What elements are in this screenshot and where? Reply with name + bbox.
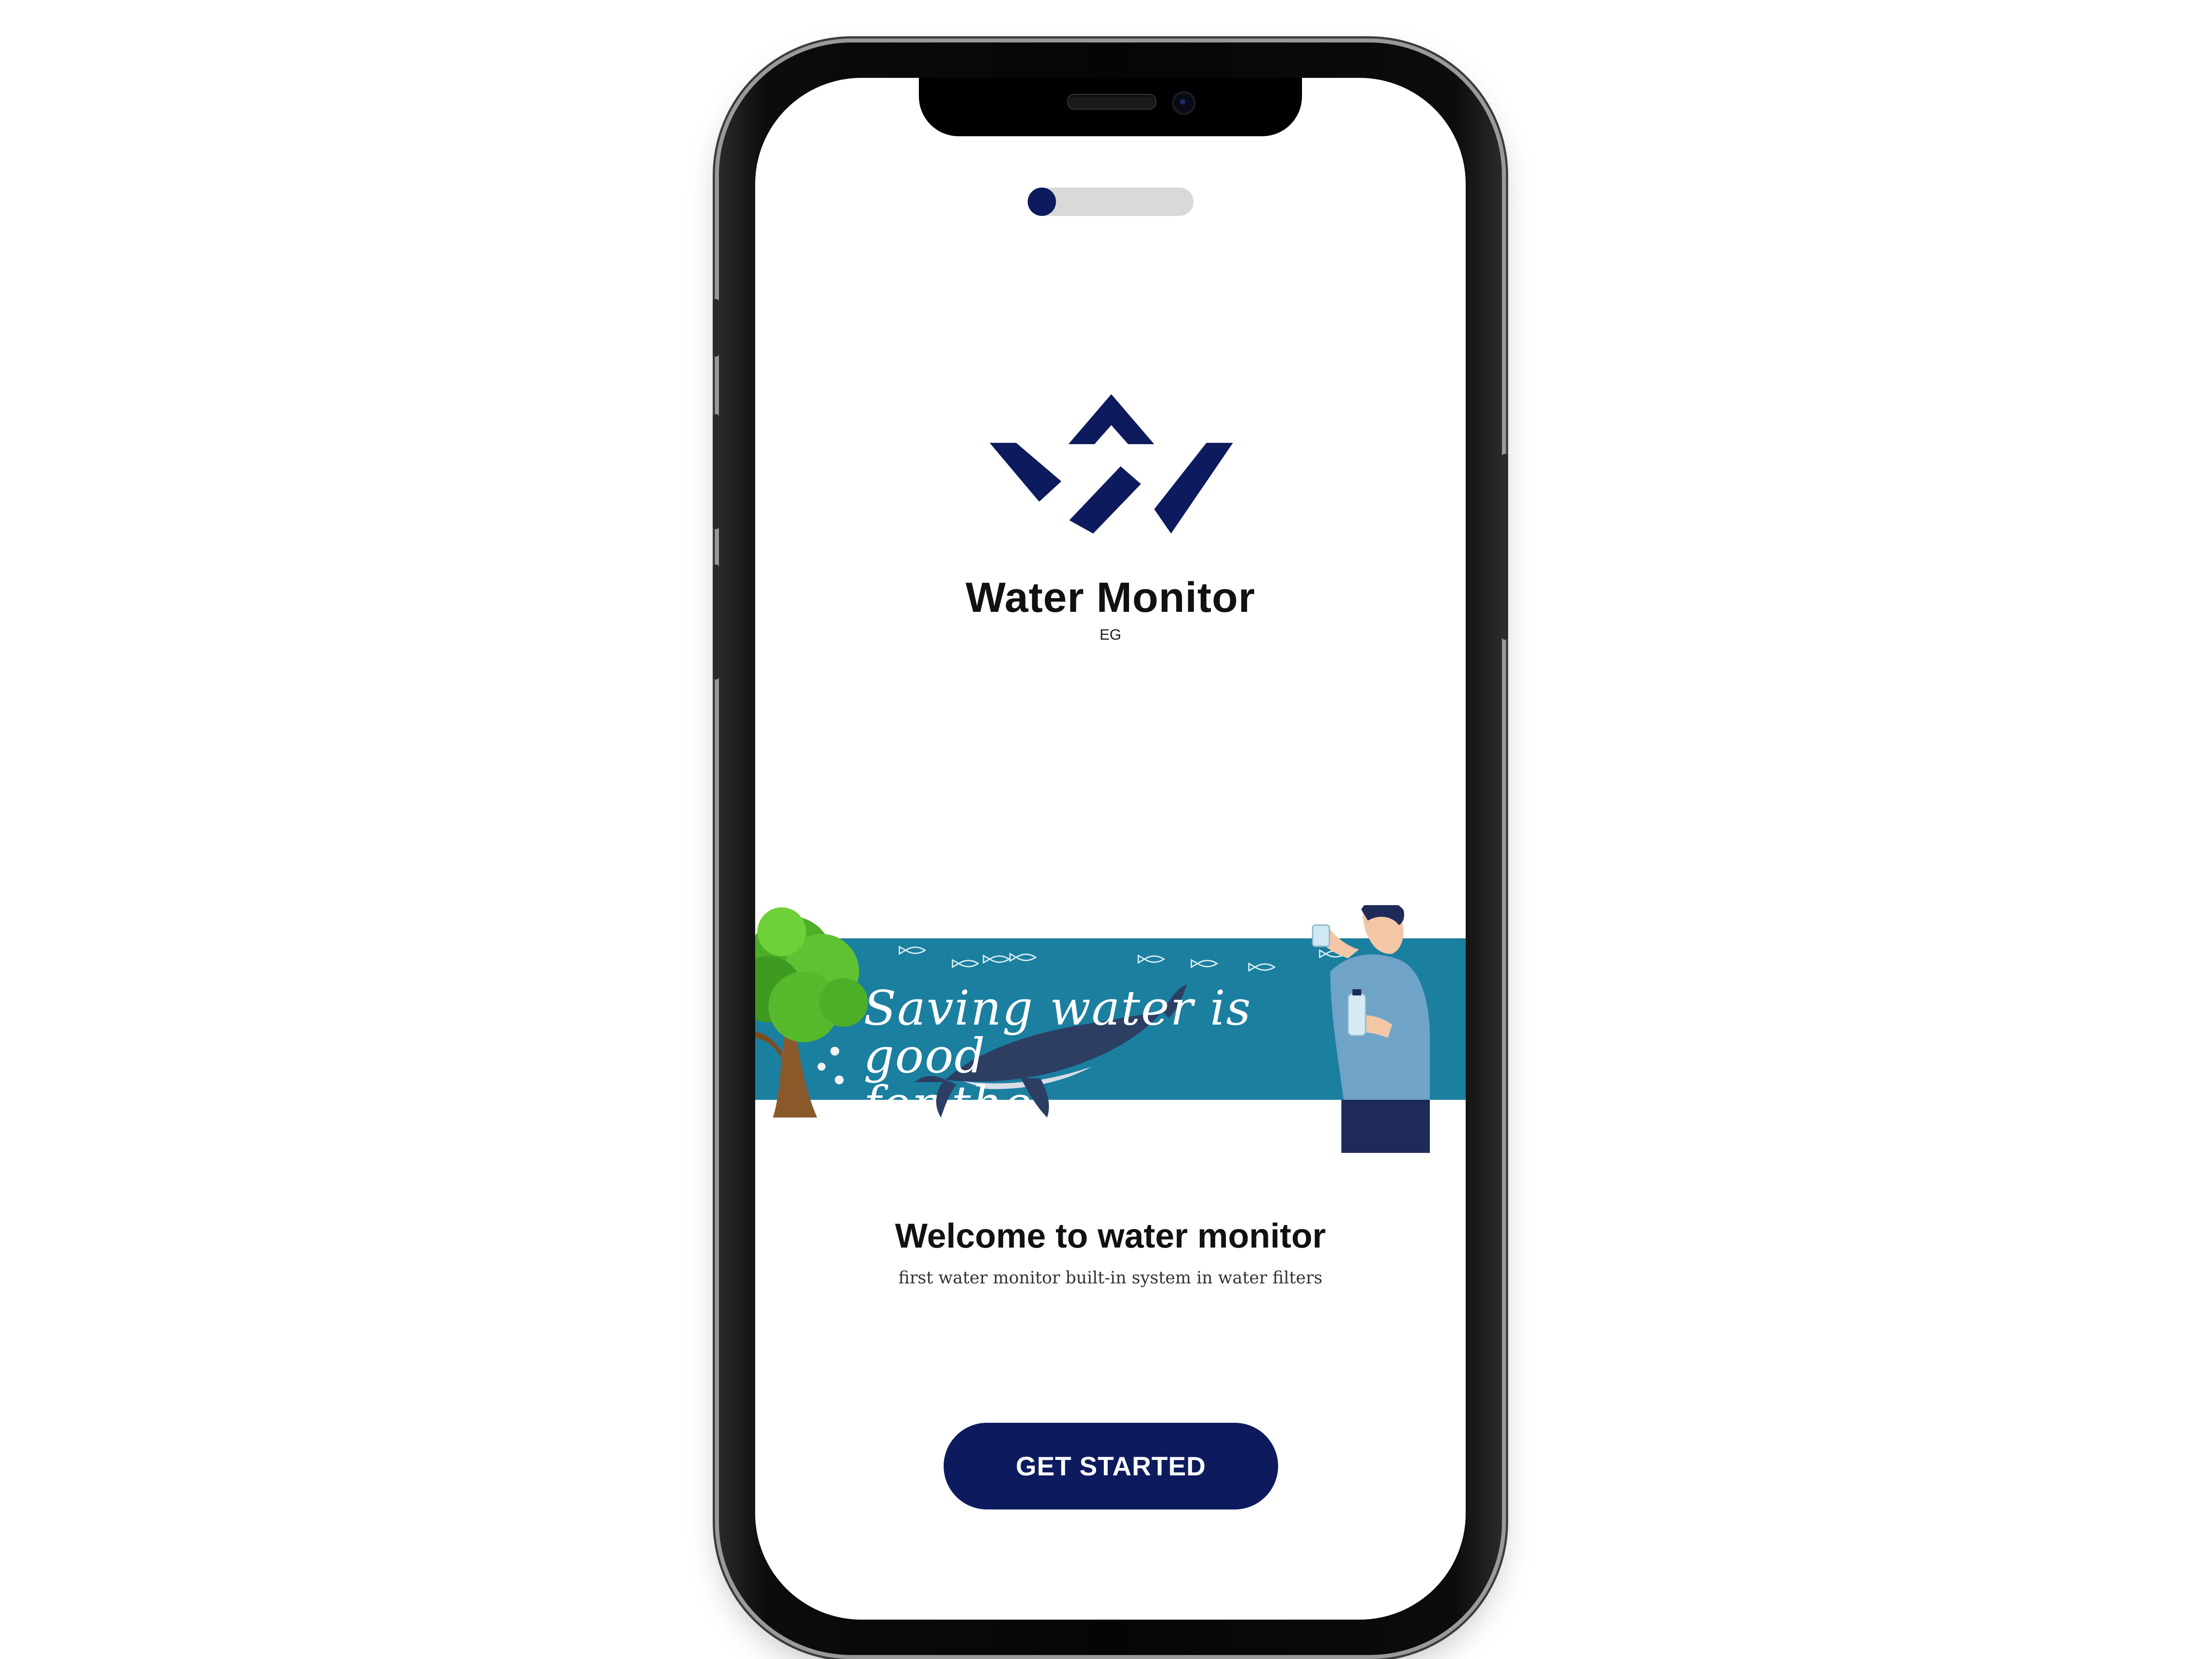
volume-up-button [713,414,719,529]
front-camera [1172,91,1196,115]
phone-frame: Water Monitor EG Saving water is good fo… [713,42,1508,1655]
brand-sub: EG [1099,626,1121,643]
power-button [1502,454,1508,640]
get-started-button[interactable]: GET STARTED [944,1423,1278,1509]
speaker-grille [1067,94,1156,110]
onboarding-progress [1028,188,1194,216]
welcome-subtitle: first water monitor built-in system in w… [898,1268,1323,1287]
onboarding-progress-fill [1028,188,1056,216]
brand-name: Water Monitor [965,574,1256,621]
app-screen: Water Monitor EG Saving water is good fo… [755,78,1466,1620]
silent-switch [713,299,719,357]
volume-down-button [713,565,719,680]
banner-slogan: Saving water is good for the environment [864,985,1333,1176]
notch [919,78,1302,136]
banner-line-1: Saving water is good [864,981,1252,1084]
banner-line-2: for the environment [864,1076,1181,1179]
w-logo-icon [990,388,1233,538]
welcome-title: Welcome to water monitor [895,1216,1326,1255]
